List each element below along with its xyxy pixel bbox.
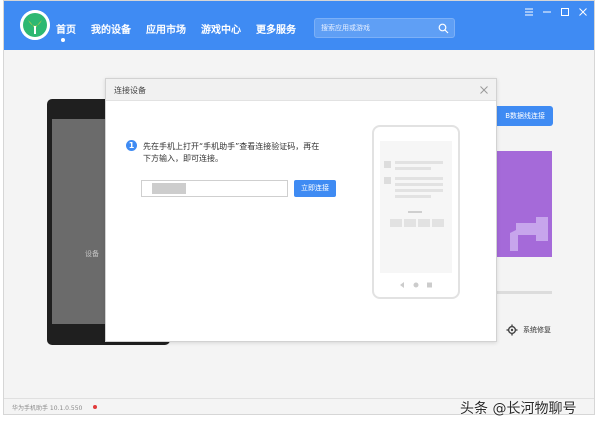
close-icon[interactable] bbox=[577, 6, 589, 18]
maximize-icon[interactable] bbox=[559, 6, 571, 18]
search-icon[interactable] bbox=[438, 23, 449, 34]
usb-connect-button[interactable]: B数据线连接 bbox=[493, 106, 553, 126]
search-placeholder: 搜索应用或游戏 bbox=[321, 24, 370, 32]
app-window: 首页 我的设备 应用市场 游戏中心 更多服务 搜索应用或游戏 设备 B数据线连接… bbox=[3, 0, 595, 415]
nav-tab-app-market[interactable]: 应用市场 bbox=[146, 21, 186, 36]
connect-device-dialog: 连接设备 1 先在手机上打开“手机助手”查看连接验证码，再在 下方输入，即可连接… bbox=[105, 78, 497, 342]
nav-tab-my-devices[interactable]: 我的设备 bbox=[91, 21, 131, 36]
system-repair-button[interactable]: 系统修复 bbox=[506, 323, 566, 337]
gear-icon bbox=[506, 324, 518, 336]
nav-tab-game-center[interactable]: 游戏中心 bbox=[201, 21, 241, 36]
promo-progress-bar bbox=[496, 291, 552, 294]
verification-code-input[interactable] bbox=[141, 180, 288, 197]
instruction-text-line2: 下方输入，即可连接。 bbox=[143, 154, 223, 163]
nav-active-indicator bbox=[61, 38, 65, 42]
watermark-text: 头条 @长河物聊号 bbox=[460, 401, 577, 417]
phone-illustration-content bbox=[384, 161, 444, 227]
page: 首页 我的设备 应用市场 游戏中心 更多服务 搜索应用或游戏 设备 B数据线连接… bbox=[0, 0, 599, 430]
system-repair-label: 系统修复 bbox=[523, 326, 551, 334]
dialog-title: 连接设备 bbox=[114, 86, 146, 95]
info-icon: 1 bbox=[126, 140, 137, 151]
nav-tab-more-services[interactable]: 更多服务 bbox=[256, 21, 296, 36]
entered-code-masked bbox=[152, 183, 186, 194]
top-bar: 首页 我的设备 应用市场 游戏中心 更多服务 搜索应用或游戏 bbox=[4, 1, 594, 50]
connect-now-button[interactable]: 立即连接 bbox=[294, 180, 336, 197]
phone-nav-buttons bbox=[400, 282, 432, 288]
phone-illustration-screen bbox=[380, 141, 452, 273]
nav-tab-home[interactable]: 首页 bbox=[56, 21, 76, 36]
search-input[interactable]: 搜索应用或游戏 bbox=[314, 18, 455, 38]
dialog-close-icon[interactable] bbox=[479, 85, 489, 95]
phone-illustration bbox=[372, 125, 460, 299]
promo-banner[interactable] bbox=[496, 151, 552, 257]
app-logo-icon bbox=[20, 10, 50, 40]
minimize-icon[interactable] bbox=[541, 6, 553, 18]
dialog-header: 连接设备 bbox=[106, 79, 496, 101]
device-label: 设备 bbox=[85, 250, 99, 258]
update-dot bbox=[93, 405, 97, 409]
version-text: 华为手机助手 10.1.0.550 bbox=[12, 405, 83, 412]
menu-icon[interactable] bbox=[523, 6, 535, 18]
instruction-text-line1: 先在手机上打开“手机助手”查看连接验证码，再在 bbox=[143, 142, 320, 151]
promo-art bbox=[510, 217, 548, 251]
usb-connect-label: B数据线连接 bbox=[505, 112, 545, 120]
